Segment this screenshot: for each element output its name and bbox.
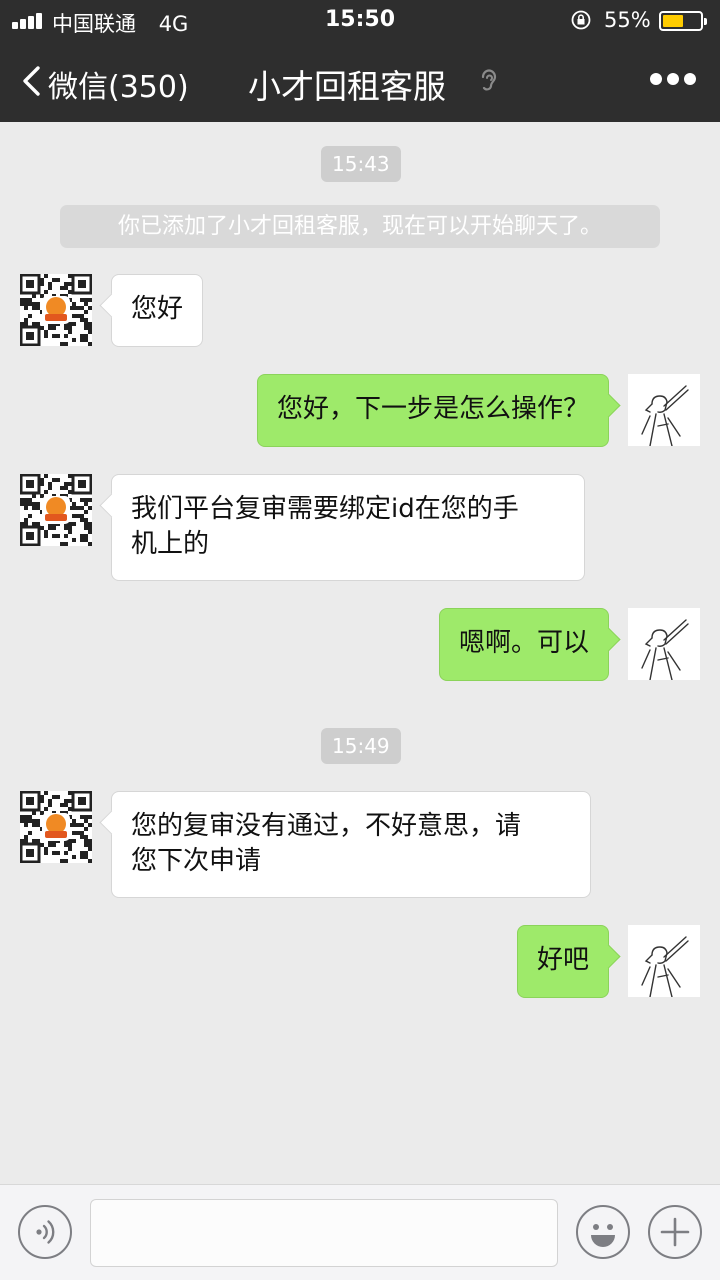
voice-icon — [36, 1220, 55, 1244]
message-bubble-outgoing[interactable]: 您好，下一步是怎么操作？ — [256, 374, 609, 447]
back-button[interactable]: 微信(350) — [48, 62, 189, 106]
more-functions-button[interactable] — [648, 1205, 702, 1259]
system-notice: 你已添加了小才回租客服，现在可以开始聊天了。 — [60, 205, 660, 248]
qr-code-avatar-image — [20, 474, 92, 546]
message-input[interactable] — [90, 1199, 558, 1267]
rotation-lock-icon — [571, 10, 591, 30]
message-text: 嗯啊。可以 — [458, 628, 589, 658]
qr-code-avatar-image — [20, 791, 92, 863]
sketch-avatar-image — [641, 385, 689, 446]
message-bubble-outgoing[interactable]: 好吧 — [516, 925, 609, 998]
plus-icon — [660, 1217, 690, 1247]
emoji-button[interactable] — [576, 1205, 630, 1259]
voice-button[interactable] — [18, 1205, 72, 1259]
sketch-avatar-image — [641, 936, 689, 997]
message-text-line: 您下次申请 — [131, 846, 262, 876]
emoji-icon — [591, 1224, 615, 1247]
message-bubble-incoming[interactable]: 您的复审没有通过，不好意思，请 您下次申请 — [111, 791, 591, 898]
status-bar: 中国联通 4G 15:50 55% — [0, 0, 720, 40]
message-text: 您好 — [131, 294, 184, 324]
message-bubble-incoming[interactable]: 您好 — [111, 274, 204, 347]
avatar[interactable] — [628, 608, 700, 680]
timestamp: 15:49 — [321, 728, 401, 764]
avatar[interactable] — [20, 474, 92, 546]
message-text: 好吧 — [536, 945, 589, 975]
avatar[interactable] — [20, 274, 92, 346]
input-bar — [0, 1184, 720, 1280]
timestamp: 15:43 — [321, 146, 401, 182]
chat-title: 小才回租客服 — [248, 67, 446, 106]
battery-icon — [659, 11, 707, 31]
message-text-line: 您的复审没有通过，不好意思，请 — [131, 811, 522, 841]
avatar[interactable] — [628, 925, 700, 997]
sketch-avatar-image — [641, 619, 689, 680]
message-text-line: 机上的 — [131, 529, 210, 559]
message-bubble-incoming[interactable]: 我们平台复审需要绑定id在您的手 机上的 — [111, 474, 585, 581]
chevron-left-icon[interactable] — [20, 65, 44, 97]
top-header: 中国联通 4G 15:50 55% 微信(350) 小才回租客服 — [0, 0, 720, 122]
qr-code-avatar-image — [20, 274, 92, 346]
message-bubble-outgoing[interactable]: 嗯啊。可以 — [438, 608, 609, 681]
more-icon[interactable] — [650, 73, 696, 87]
avatar[interactable] — [20, 791, 92, 863]
message-text: 您好，下一步是怎么操作？ — [276, 394, 589, 424]
ear-icon — [481, 69, 497, 91]
message-text-line: 我们平台复审需要绑定id在您的手 — [131, 494, 519, 524]
avatar[interactable] — [628, 374, 700, 446]
battery-percent: 55% — [604, 8, 651, 32]
